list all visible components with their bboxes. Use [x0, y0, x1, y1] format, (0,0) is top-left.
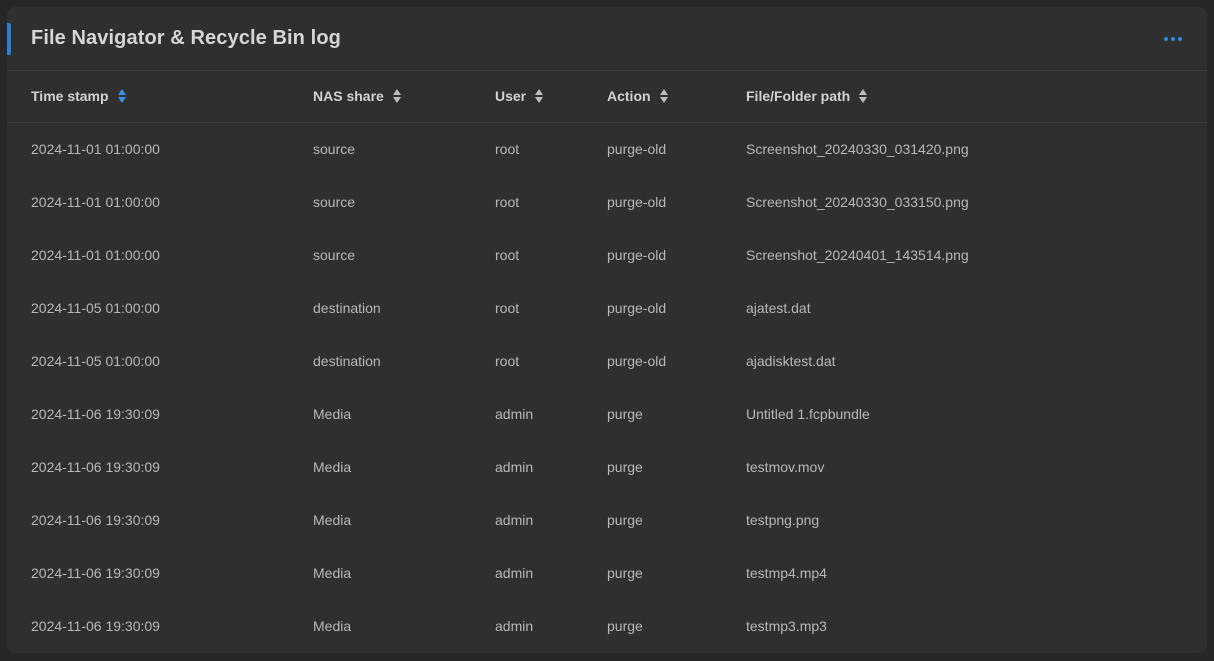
sort-icon[interactable] — [117, 89, 126, 104]
cell-action: purge-old — [607, 193, 667, 210]
cell-timestamp: 2024-11-05 01:00:00 — [31, 299, 160, 316]
cell-path: ajatest.dat — [746, 299, 811, 316]
cell-nas-share: Media — [313, 617, 352, 634]
cell-user: root — [495, 140, 520, 157]
column-header-path[interactable]: File/Folder path — [746, 71, 1207, 122]
panel-title: File Navigator & Recycle Bin log — [31, 27, 341, 49]
cell-path: testmp3.mp3 — [746, 617, 827, 634]
log-panel: File Navigator & Recycle Bin log Time st… — [7, 7, 1207, 653]
table-row[interactable]: 2024-11-06 19:30:09 Media admin purge testmp… — [7, 546, 1207, 599]
panel-header: File Navigator & Recycle Bin log — [7, 7, 1207, 71]
sort-icon[interactable] — [392, 89, 401, 104]
cell-path: Screenshot_20240330_031420.png — [746, 140, 969, 157]
cell-nas-share: destination — [313, 299, 381, 316]
table-body: 2024-11-01 01:00:00 source root purge-old Sc… — [7, 122, 1207, 652]
cell-nas-share: Media — [313, 458, 352, 475]
cell-nas-share: source — [313, 246, 356, 263]
cell-timestamp: 2024-11-06 19:30:09 — [31, 405, 160, 422]
cell-timestamp: 2024-11-05 01:00:00 — [31, 352, 160, 369]
cell-timestamp: 2024-11-01 01:00:00 — [31, 246, 160, 263]
table-row[interactable]: 2024-11-01 01:00:00 source root purge-old Sc… — [7, 122, 1207, 175]
table-row[interactable]: 2024-11-06 19:30:09 Media admin purge testpn… — [7, 493, 1207, 546]
cell-path: testmov.mov — [746, 458, 825, 475]
cell-timestamp: 2024-11-06 19:30:09 — [31, 617, 160, 634]
cell-path: ajadisktest.dat — [746, 352, 836, 369]
cell-path: Untitled 1.fcpbundle — [746, 405, 870, 422]
cell-action: purge-old — [607, 299, 667, 316]
cell-action: purge-old — [607, 352, 667, 369]
table-row[interactable]: 2024-11-05 01:00:00 destination root purge-… — [7, 281, 1207, 334]
cell-user: root — [495, 299, 520, 316]
table-row[interactable]: 2024-11-01 01:00:00 source root purge-old Sc… — [7, 228, 1207, 281]
sort-icon[interactable] — [535, 89, 544, 104]
cell-nas-share: source — [313, 140, 356, 157]
log-table: Time stamp NAS share User Action File/Fo… — [7, 71, 1207, 652]
cell-action: purge — [607, 564, 643, 581]
cell-nas-share: source — [313, 193, 356, 210]
cell-user: root — [495, 246, 520, 263]
cell-user: root — [495, 193, 520, 210]
cell-user: admin — [495, 617, 534, 634]
table-row[interactable]: 2024-11-06 19:30:09 Media admin purge testmp… — [7, 599, 1207, 652]
cell-nas-share: Media — [313, 511, 352, 528]
cell-action: purge — [607, 405, 643, 422]
cell-action: purge — [607, 458, 643, 475]
cell-user: admin — [495, 405, 534, 422]
cell-action: purge — [607, 617, 643, 634]
cell-timestamp: 2024-11-06 19:30:09 — [31, 564, 160, 581]
cell-user: admin — [495, 458, 534, 475]
table-row[interactable]: 2024-11-05 01:00:00 destination root purge-… — [7, 334, 1207, 387]
cell-nas-share: Media — [313, 564, 352, 581]
cell-path: Screenshot_20240330_033150.png — [746, 193, 969, 210]
cell-action: purge-old — [607, 140, 667, 157]
cell-user: root — [495, 352, 520, 369]
column-header-user[interactable]: User — [495, 71, 607, 122]
cell-timestamp: 2024-11-06 19:30:09 — [31, 458, 160, 475]
table-row[interactable]: 2024-11-06 19:30:09 Media admin purge Untitl… — [7, 387, 1207, 440]
cell-timestamp: 2024-11-01 01:00:00 — [31, 193, 160, 210]
table-header-row: Time stamp NAS share User Action File/Fo… — [7, 71, 1207, 122]
cell-nas-share: destination — [313, 352, 381, 369]
cell-timestamp: 2024-11-01 01:00:00 — [31, 140, 160, 157]
table-row[interactable]: 2024-11-01 01:00:00 source root purge-old Sc… — [7, 175, 1207, 228]
cell-timestamp: 2024-11-06 19:30:09 — [31, 511, 160, 528]
cell-user: admin — [495, 511, 534, 528]
cell-path: Screenshot_20240401_143514.png — [746, 246, 969, 263]
column-header-timestamp[interactable]: Time stamp — [7, 71, 313, 122]
cell-action: purge-old — [607, 246, 667, 263]
more-horizontal-icon[interactable] — [1159, 29, 1187, 49]
table-row[interactable]: 2024-11-06 19:30:09 Media admin purge testmo… — [7, 440, 1207, 493]
column-header-action[interactable]: Action — [607, 71, 746, 122]
sort-icon[interactable] — [659, 89, 668, 104]
cell-user: admin — [495, 564, 534, 581]
sort-icon[interactable] — [859, 89, 868, 104]
column-header-nas-share[interactable]: NAS share — [313, 71, 495, 122]
cell-path: testmp4.mp4 — [746, 564, 827, 581]
cell-path: testpng.png — [746, 511, 820, 528]
cell-action: purge — [607, 511, 643, 528]
cell-nas-share: Media — [313, 405, 352, 422]
accent-bar — [7, 23, 11, 55]
